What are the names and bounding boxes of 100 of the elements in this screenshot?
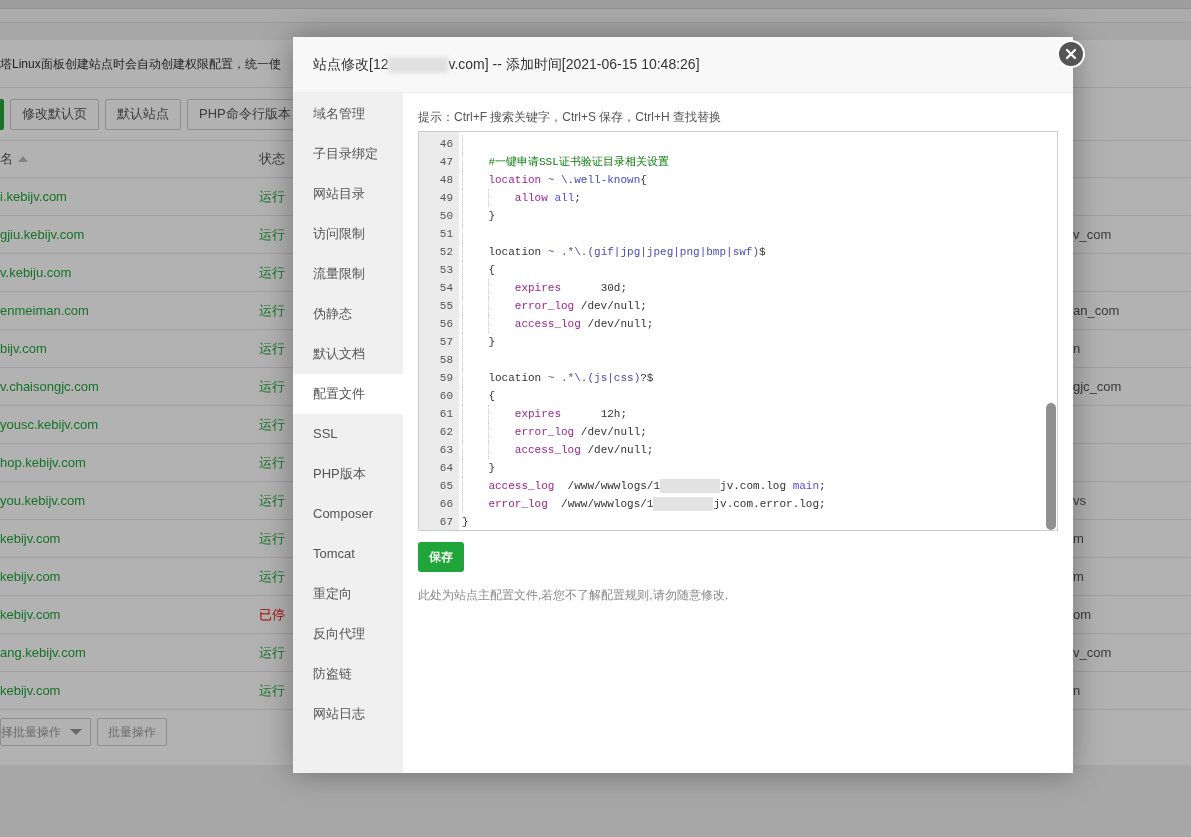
- status-text[interactable]: 已停: [259, 606, 285, 622]
- sidebar-item[interactable]: Composer: [293, 494, 403, 534]
- sort-icon: [18, 156, 28, 162]
- line-number: 51: [438, 227, 454, 242]
- status-text[interactable]: 运行: [259, 340, 285, 356]
- status-text[interactable]: 运行: [259, 264, 285, 280]
- batch-select[interactable]: 择批量操作: [0, 718, 91, 746]
- column-header[interactable]: 状态: [259, 149, 285, 169]
- status-text[interactable]: 运行: [259, 454, 285, 470]
- sidebar-item[interactable]: SSL: [293, 414, 403, 454]
- toolbar-button[interactable]: 默认站点: [105, 98, 181, 130]
- line-number: 63: [438, 443, 454, 458]
- status-text[interactable]: 运行: [259, 378, 285, 394]
- sidebar-item[interactable]: 重定向: [293, 574, 403, 614]
- line-number: 60: [438, 389, 454, 404]
- code-line: access_log /dev/null;: [513, 318, 654, 330]
- sidebar-item[interactable]: 配置文件: [293, 374, 403, 414]
- status-text[interactable]: 运行: [259, 492, 285, 508]
- code-line: expires 30d;: [513, 282, 628, 294]
- sidebar-item[interactable]: 子目录绑定: [293, 134, 403, 174]
- code-line: error_log /dev/null;: [513, 426, 647, 438]
- status-text[interactable]: 运行: [259, 226, 285, 242]
- status-text[interactable]: 运行: [259, 530, 285, 546]
- status-text[interactable]: 运行: [259, 682, 285, 698]
- code-line: access_log /www/wwwlogs/1 jv.com.log main;: [487, 480, 826, 492]
- sidebar-item[interactable]: 反向代理: [293, 614, 403, 654]
- sidebar-item[interactable]: 防盗链: [293, 654, 403, 694]
- line-number: 57: [438, 335, 454, 350]
- sidebar-item[interactable]: PHP版本: [293, 454, 403, 494]
- caret-icon: [70, 729, 82, 735]
- line-number: 56: [438, 317, 454, 332]
- scrollbar-thumb[interactable]: [1046, 403, 1056, 530]
- code-line: allow all;: [513, 192, 581, 204]
- line-number: 55: [438, 299, 454, 314]
- code-line: location ~ .*\.(js|css)?$: [487, 372, 654, 384]
- sidebar-item[interactable]: 访问限制: [293, 214, 403, 254]
- status-text[interactable]: 运行: [259, 188, 285, 204]
- note-text: 此处为站点主配置文件,若您不了解配置规则,请勿随意修改.: [418, 587, 729, 604]
- button[interactable]: [0, 98, 4, 130]
- line-number: 46: [438, 137, 454, 152]
- site-link[interactable]: gjiu.kebijv.com: [0, 224, 259, 245]
- site-link[interactable]: v.kebiju.com: [0, 262, 259, 283]
- column-header[interactable]: 名: [0, 149, 13, 169]
- line-number: 62: [438, 425, 454, 440]
- line-number: 47: [438, 155, 454, 170]
- line-number: 61: [438, 407, 454, 422]
- line-number: 49: [438, 191, 454, 206]
- site-link[interactable]: bijv.com: [0, 338, 259, 359]
- remark-text: n: [1073, 339, 1081, 358]
- site-link[interactable]: yousc.kebijv.com: [0, 414, 259, 435]
- site-link[interactable]: kebijv.com: [0, 604, 259, 625]
- save-button[interactable]: 保存: [418, 542, 464, 572]
- site-link[interactable]: kebijv.com: [0, 680, 259, 701]
- site-link[interactable]: hop.kebijv.com: [0, 452, 259, 473]
- toolbar-button[interactable]: 修改默认页: [10, 98, 99, 130]
- remark-text: om: [1073, 605, 1092, 624]
- line-number: 65: [438, 479, 454, 494]
- line-number: 59: [438, 371, 454, 386]
- line-number: 67: [438, 515, 454, 530]
- site-link[interactable]: enmeiman.com: [0, 300, 259, 321]
- code-editor[interactable]: [418, 131, 1058, 531]
- dialog-title: 站点修改[12 v.com] -- 添加时间[2021-06-15 10:48:26]: [313, 55, 700, 75]
- remark-text: n: [1073, 681, 1081, 700]
- status-text[interactable]: 运行: [259, 644, 285, 660]
- site-link[interactable]: v.chaisongjc.com: [0, 376, 259, 397]
- sidebar-item[interactable]: 流量限制: [293, 254, 403, 294]
- hint-text: 提示：Ctrl+F 搜索关键字，Ctrl+S 保存，Ctrl+H 查找替换: [418, 109, 722, 126]
- remark-text: v_com: [1073, 225, 1112, 244]
- code-line: {: [487, 264, 495, 276]
- site-link[interactable]: you.kebijv.com: [0, 490, 259, 511]
- status-text[interactable]: 运行: [259, 302, 285, 318]
- line-number: 52: [438, 245, 454, 260]
- code-line: access_log /dev/null;: [513, 444, 654, 456]
- code-line: expires 12h;: [513, 408, 628, 420]
- sidebar-item[interactable]: Tomcat: [293, 534, 403, 574]
- code-line: {: [487, 390, 495, 402]
- status-text[interactable]: 运行: [259, 568, 285, 584]
- status-text[interactable]: 运行: [259, 416, 285, 432]
- code-line: location ~ .*\.(gif|jpg|jpeg|png|bmp|swf)$: [487, 246, 766, 258]
- sidebar-item[interactable]: 伪静态: [293, 294, 403, 334]
- line-number: 48: [438, 173, 454, 188]
- code-line: }: [487, 210, 495, 222]
- code-line: }: [487, 462, 495, 474]
- site-link[interactable]: kebijv.com: [0, 566, 259, 587]
- line-number: 54: [438, 281, 454, 296]
- batch-button[interactable]: 批量操作: [97, 718, 167, 746]
- sidebar-item[interactable]: 网站目录: [293, 174, 403, 214]
- code-line: error_log /dev/null;: [513, 300, 647, 312]
- site-link[interactable]: i.kebijv.com: [0, 186, 259, 207]
- remark-text: an_com: [1073, 301, 1120, 320]
- site-link[interactable]: ang.kebijv.com: [0, 642, 259, 663]
- sidebar-item[interactable]: 默认文档: [293, 334, 403, 374]
- sidebar-item[interactable]: 网站日志: [293, 694, 403, 734]
- remark-text: m: [1073, 529, 1084, 548]
- site-link[interactable]: kebijv.com: [0, 528, 259, 549]
- code-line: error_log /www/wwwlogs/1 jv.com.error.log;: [487, 498, 826, 510]
- code-line: location ~ \.well-known{: [487, 174, 647, 186]
- line-number: 53: [438, 263, 454, 278]
- line-number: 66: [438, 497, 454, 512]
- line-number: 50: [438, 209, 454, 224]
